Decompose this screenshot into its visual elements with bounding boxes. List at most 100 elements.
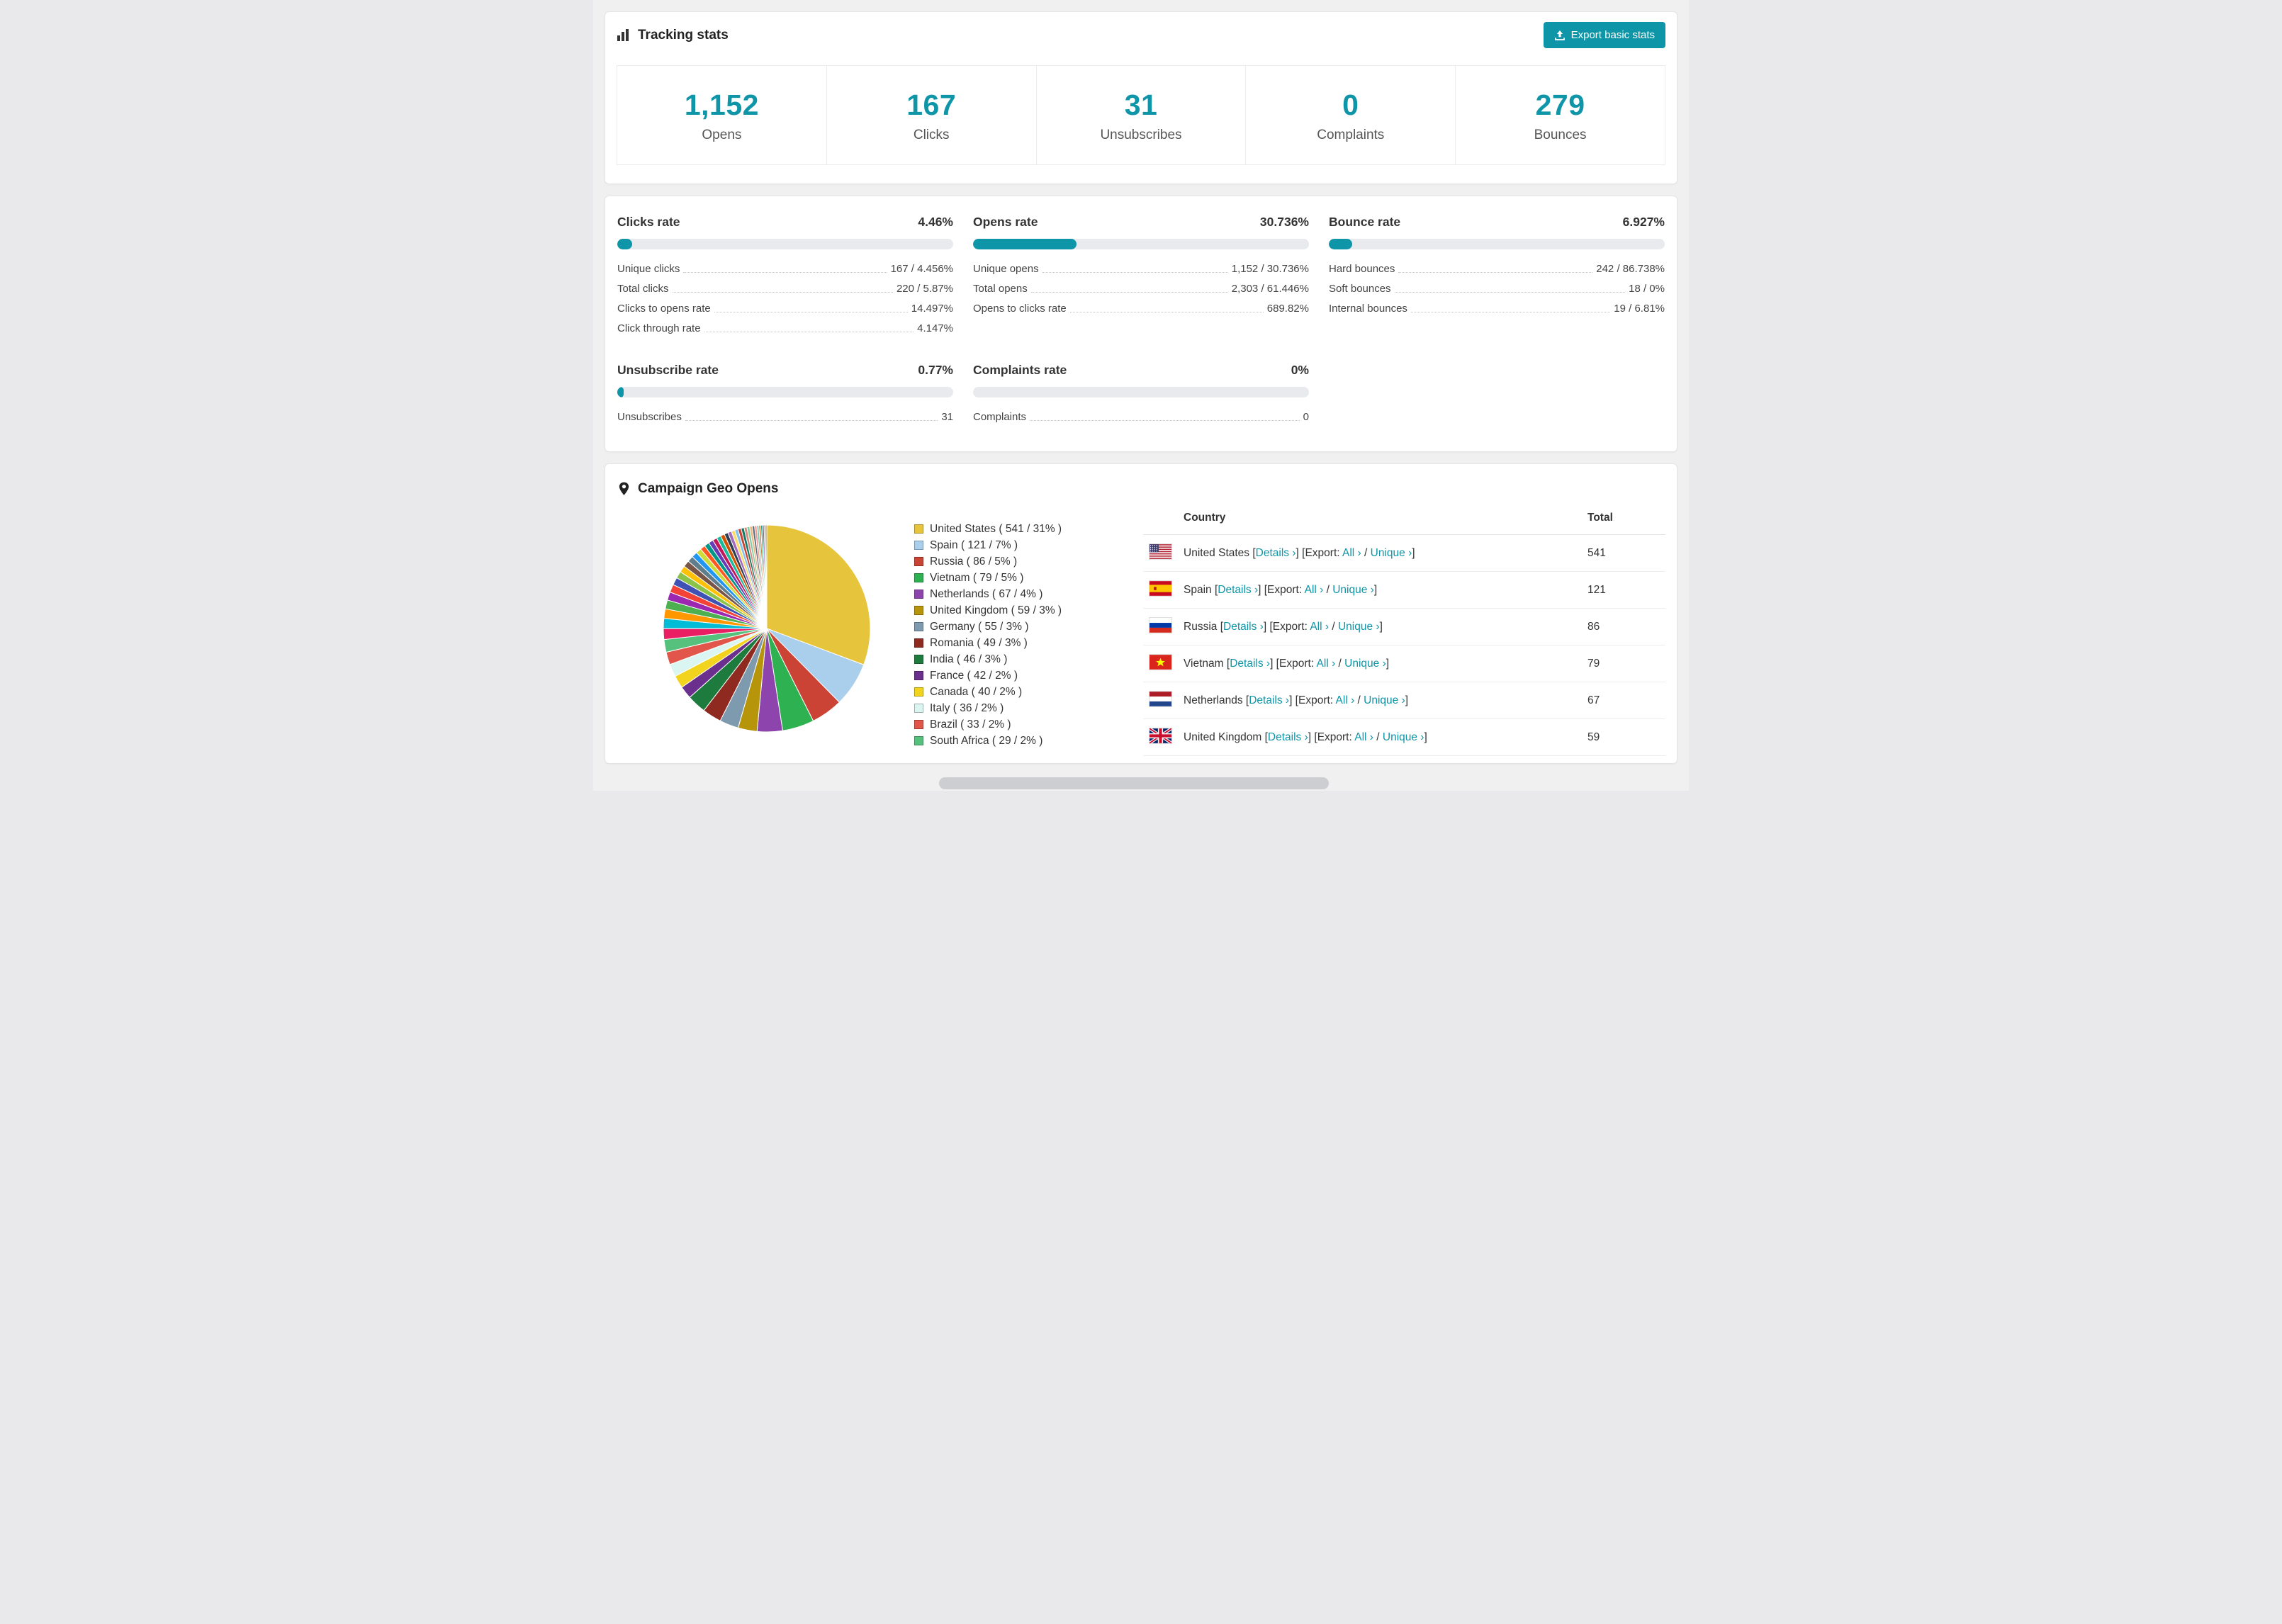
legend-item: Netherlands ( 67 / 4% )	[914, 586, 1062, 602]
export-unique-link[interactable]: Unique ›	[1332, 584, 1374, 596]
rates-card: Clicks rate 4.46% Unique clicks 167 / 4.456…	[605, 196, 1677, 452]
details-link[interactable]: Details ›	[1256, 547, 1296, 559]
export-unique-link[interactable]: Unique ›	[1338, 621, 1380, 633]
stat-line-label: Opens to clicks rate	[973, 303, 1067, 315]
export-all-link[interactable]: All ›	[1305, 584, 1324, 596]
details-link[interactable]: Details ›	[1268, 731, 1308, 743]
flag-es-icon	[1149, 580, 1172, 597]
geo-table-body: United States [Details ›] [Export: All ›…	[1143, 534, 1665, 763]
country-cell: United States [Details ›] [Export: All ›…	[1178, 534, 1582, 572]
export-all-link[interactable]: All ›	[1317, 658, 1336, 670]
legend-item: Germany ( 55 / 3% )	[914, 619, 1062, 635]
flag-cell	[1143, 571, 1178, 609]
export-icon	[1554, 30, 1565, 40]
rate-title: Bounce rate	[1329, 215, 1401, 229]
stat-cell: 167 Clicks	[827, 66, 1037, 164]
geo-table-row: Russia [Details ›] [Export: All › / Uniq…	[1143, 608, 1665, 645]
static-text: ] [	[1308, 731, 1317, 743]
geo-content: United States ( 541 / 31% ) Spain ( 121 /…	[617, 501, 1665, 763]
stat-line-value: 14.497%	[911, 303, 953, 315]
stat-value: 0	[1342, 89, 1359, 121]
legend-label: Netherlands ( 67 / 4% )	[930, 587, 1043, 600]
stat-line-label: Click through rate	[617, 322, 701, 334]
complaints-rate-box: Complaints rate 0% Complaints 0	[973, 363, 1309, 427]
horizontal-scrollbar[interactable]	[939, 777, 1329, 789]
legend-label: Brazil ( 33 / 2% )	[930, 718, 1011, 731]
static-text: ] [	[1289, 694, 1298, 706]
flag-vn-icon	[1149, 654, 1172, 670]
progress-bar-track	[617, 239, 953, 249]
rate-value: 6.927%	[1622, 215, 1665, 229]
stat-line: Unsubscribes 31	[617, 407, 953, 427]
legend-label: Romania ( 49 / 3% )	[930, 636, 1028, 649]
stat-line-label: Complaints	[973, 411, 1027, 423]
country-name: Spain	[1184, 583, 1215, 596]
country-name: United States	[1184, 546, 1253, 559]
export-all-link[interactable]: All ›	[1336, 694, 1355, 706]
legend-label: United Kingdom ( 59 / 3% )	[930, 604, 1062, 616]
export-basic-stats-button[interactable]: Export basic stats	[1543, 22, 1665, 48]
rate-title: Complaints rate	[973, 363, 1067, 377]
stat-line: Complaints 0	[973, 407, 1309, 427]
total-cell: 541	[1582, 534, 1665, 572]
legend-label: Germany ( 55 / 3% )	[930, 620, 1029, 633]
details-link[interactable]: Details ›	[1223, 621, 1264, 633]
export-unique-link[interactable]: Unique ›	[1364, 694, 1405, 706]
export-all-link[interactable]: All ›	[1342, 547, 1361, 559]
legend-label: Vietnam ( 79 / 5% )	[930, 571, 1024, 584]
stat-label: Opens	[702, 128, 742, 142]
details-link[interactable]: Details ›	[1249, 694, 1289, 706]
static-text: /	[1361, 546, 1371, 559]
rates-grid: Clicks rate 4.46% Unique clicks 167 / 4.456…	[605, 196, 1677, 451]
static-text: Export:	[1272, 620, 1310, 633]
export-all-link[interactable]: All ›	[1354, 731, 1373, 743]
legend-item: Italy ( 36 / 2% )	[914, 700, 1062, 716]
legend-swatch	[914, 720, 923, 729]
stat-cell: 1,152 Opens	[617, 66, 827, 164]
static-text: /	[1329, 620, 1338, 633]
total-cell: 67	[1582, 682, 1665, 719]
complaints-rate-head: Complaints rate 0%	[973, 363, 1309, 378]
export-unique-link[interactable]: Unique ›	[1344, 658, 1386, 670]
rate-title: Opens rate	[973, 215, 1038, 229]
stat-line-value: 220 / 5.87%	[896, 283, 953, 295]
geo-table-row: United States [Details ›] [Export: All ›…	[1143, 534, 1665, 572]
export-unique-link[interactable]: Unique ›	[1371, 547, 1412, 559]
details-link[interactable]: Details ›	[1218, 584, 1258, 596]
stat-value: 1,152	[684, 89, 759, 121]
stat-line-value: 689.82%	[1266, 303, 1309, 315]
flag-nl-icon	[1149, 691, 1172, 707]
static-text: ]	[1424, 731, 1427, 743]
stat-line-value: 0	[1303, 411, 1309, 423]
export-unique-link[interactable]: Unique ›	[1383, 731, 1424, 743]
legend-item: United States ( 541 / 31% )	[914, 521, 1062, 537]
progress-bar-track	[1329, 239, 1665, 249]
static-text: Export:	[1317, 731, 1355, 743]
static-text: ]	[1379, 620, 1383, 633]
stat-line-label: Unique opens	[973, 263, 1039, 275]
clicks-rate-box: Clicks rate 4.46% Unique clicks 167 / 4.456…	[617, 215, 953, 339]
stat-label: Clicks	[913, 128, 950, 142]
country-name: Vietnam	[1184, 657, 1227, 670]
legend-swatch	[914, 590, 923, 599]
progress-bar-track	[973, 387, 1309, 397]
clicks-rate-head: Clicks rate 4.46%	[617, 215, 953, 230]
export-all-link[interactable]: All ›	[1310, 621, 1329, 633]
progress-bar-track	[617, 387, 953, 397]
static-text: Export:	[1267, 583, 1305, 596]
unsubscribe-rate-head: Unsubscribe rate 0.77%	[617, 363, 953, 378]
stat-line-label: Total clicks	[617, 283, 669, 295]
stat-line-label: Hard bounces	[1329, 263, 1395, 275]
legend-swatch	[914, 704, 923, 713]
stats-row: 1,152 Opens 167 Clicks 31 Unsubscribes 0 Compla…	[617, 65, 1665, 165]
geo-opens-card: Campaign Geo Opens United States ( 541 /…	[605, 463, 1677, 764]
geo-pie-chart[interactable]	[661, 522, 873, 735]
stat-line-label: Total opens	[973, 283, 1028, 295]
rate-value: 0.77%	[918, 363, 953, 377]
legend-swatch	[914, 524, 923, 534]
legend-swatch	[914, 655, 923, 664]
flag-ru-icon	[1149, 617, 1172, 633]
legend-item: India ( 46 / 3% )	[914, 651, 1062, 667]
details-link[interactable]: Details ›	[1230, 658, 1270, 670]
geo-opens-header: Campaign Geo Opens	[617, 481, 1665, 497]
